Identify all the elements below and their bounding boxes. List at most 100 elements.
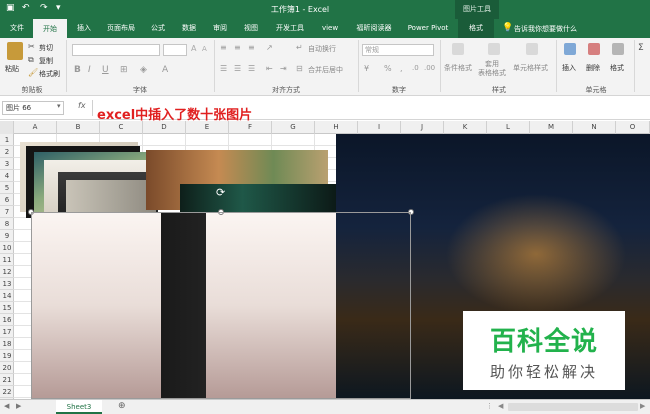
insert-function-button[interactable]: fx [78, 101, 86, 110]
cell-styles-icon[interactable] [526, 43, 538, 55]
format-as-table-icon[interactable] [488, 43, 500, 55]
tab-foxit-reader[interactable]: 福昕阅读器 [348, 19, 400, 38]
row-header[interactable]: 1 [0, 134, 14, 146]
column-header[interactable]: A [14, 121, 57, 134]
underline-button[interactable]: U [102, 65, 109, 75]
merge-center-icon[interactable]: ⊟ [296, 64, 303, 73]
align-left-icon[interactable]: ☰ [220, 64, 227, 73]
align-right-icon[interactable]: ☰ [248, 64, 255, 73]
format-painter-button[interactable]: 格式刷 [39, 69, 60, 79]
row-header[interactable]: 10 [0, 242, 14, 254]
row-header[interactable]: 21 [0, 374, 14, 386]
column-header[interactable]: H [315, 121, 358, 134]
column-header[interactable]: N [573, 121, 616, 134]
bold-button[interactable]: B [74, 65, 81, 75]
row-header[interactable]: 20 [0, 362, 14, 374]
cut-button[interactable]: 剪切 [39, 43, 53, 53]
row-header[interactable]: 17 [0, 326, 14, 338]
copy-icon[interactable]: ⧉ [28, 55, 34, 65]
cut-icon[interactable]: ✂ [28, 42, 35, 51]
fill-color-icon[interactable]: ◈ [140, 65, 147, 75]
scroll-left-icon[interactable]: ◀ [4, 402, 9, 410]
format-painter-icon[interactable]: 🖌 [28, 68, 38, 77]
italic-button[interactable]: I [88, 65, 91, 75]
currency-button[interactable]: ¥ [364, 64, 369, 73]
format-cells-button[interactable]: 格式 [610, 63, 624, 73]
tab-formulas[interactable]: 公式 [144, 19, 172, 38]
row-header[interactable]: 15 [0, 302, 14, 314]
hscroll-left-icon[interactable]: ◀ [498, 402, 503, 410]
sheet-options-icon[interactable]: ⋮ [486, 402, 493, 410]
align-bottom-icon[interactable]: ≡ [248, 43, 255, 52]
column-header[interactable]: I [358, 121, 401, 134]
insert-cells-button[interactable]: 插入 [562, 63, 576, 73]
font-name-select[interactable] [72, 44, 160, 56]
comma-style-icon[interactable]: , [400, 64, 403, 73]
name-box-dropdown-icon[interactable]: ▾ [57, 102, 61, 110]
column-header[interactable]: B [57, 121, 100, 134]
column-header[interactable]: D [143, 121, 186, 134]
cell-styles-button[interactable]: 单元格样式 [513, 63, 548, 73]
column-header[interactable]: F [229, 121, 272, 134]
insert-cells-icon[interactable] [564, 43, 576, 55]
add-sheet-icon[interactable]: ⊕ [118, 401, 126, 411]
row-header[interactable]: 8 [0, 218, 14, 230]
tab-file[interactable]: 文件 [2, 19, 32, 38]
row-header[interactable]: 16 [0, 314, 14, 326]
column-header[interactable]: L [487, 121, 530, 134]
column-header[interactable]: M [530, 121, 573, 134]
decrease-indent-icon[interactable]: ⇤ [266, 64, 273, 73]
wrap-text-button[interactable]: 自动换行 [308, 44, 336, 54]
tab-review[interactable]: 审阅 [206, 19, 234, 38]
sheet-tab[interactable]: Sheet3 [56, 400, 102, 414]
percent-button[interactable]: % [384, 64, 392, 73]
copy-button[interactable]: 复制 [39, 56, 53, 66]
row-header[interactable]: 13 [0, 278, 14, 290]
column-header[interactable]: K [444, 121, 487, 134]
align-top-icon[interactable]: ≡ [220, 43, 227, 52]
borders-icon[interactable]: ⊞ [120, 65, 128, 75]
align-middle-icon[interactable]: ≡ [234, 43, 241, 52]
tab-data[interactable]: 数据 [175, 19, 203, 38]
increase-indent-icon[interactable]: ⇥ [280, 64, 287, 73]
paste-icon[interactable] [7, 42, 23, 60]
column-header[interactable]: C [100, 121, 143, 134]
merge-center-button[interactable]: 合并后居中 [308, 65, 343, 75]
row-header[interactable]: 7 [0, 206, 14, 218]
row-header[interactable]: 11 [0, 254, 14, 266]
row-header[interactable]: 12 [0, 266, 14, 278]
rotate-handle-icon[interactable]: ⟳ [216, 186, 225, 199]
name-box[interactable]: 图片 66 [2, 101, 64, 115]
conditional-format-icon[interactable] [452, 43, 464, 55]
tab-page-layout[interactable]: 页面布局 [100, 19, 142, 38]
tab-insert[interactable]: 插入 [70, 19, 98, 38]
row-header[interactable]: 22 [0, 386, 14, 398]
tab-format[interactable]: 格式 [458, 19, 494, 38]
font-color-icon[interactable]: A [162, 65, 168, 75]
row-header[interactable]: 3 [0, 158, 14, 170]
paste-button[interactable]: 粘贴 [5, 64, 19, 74]
font-size-select[interactable] [163, 44, 187, 56]
tell-me-input[interactable]: 告诉我你想要做什么 [514, 24, 577, 34]
column-header[interactable]: O [616, 121, 650, 134]
format-as-table-button[interactable]: 套用 表格格式 [478, 60, 506, 78]
row-header[interactable]: 6 [0, 194, 14, 206]
row-header[interactable]: 2 [0, 146, 14, 158]
delete-cells-icon[interactable] [588, 43, 600, 55]
orientation-icon[interactable]: ↗ [266, 43, 273, 52]
tab-view[interactable]: 视图 [237, 19, 265, 38]
wrap-text-icon[interactable]: ↵ [296, 43, 303, 52]
align-center-icon[interactable]: ☰ [234, 64, 241, 73]
increase-decimal-icon[interactable]: .0 [412, 64, 419, 72]
row-header[interactable]: 18 [0, 338, 14, 350]
number-format-select[interactable]: 常规 [362, 44, 434, 56]
format-cells-icon[interactable] [612, 43, 624, 55]
row-header[interactable]: 4 [0, 170, 14, 182]
inserted-picture[interactable] [180, 184, 336, 214]
column-header[interactable]: G [272, 121, 315, 134]
horizontal-scrollbar[interactable] [508, 403, 638, 411]
tab-home[interactable]: 开始 [33, 19, 67, 38]
decrease-decimal-icon[interactable]: .00 [424, 64, 435, 72]
autosum-icon[interactable]: Σ [638, 43, 644, 53]
column-header[interactable]: J [401, 121, 444, 134]
